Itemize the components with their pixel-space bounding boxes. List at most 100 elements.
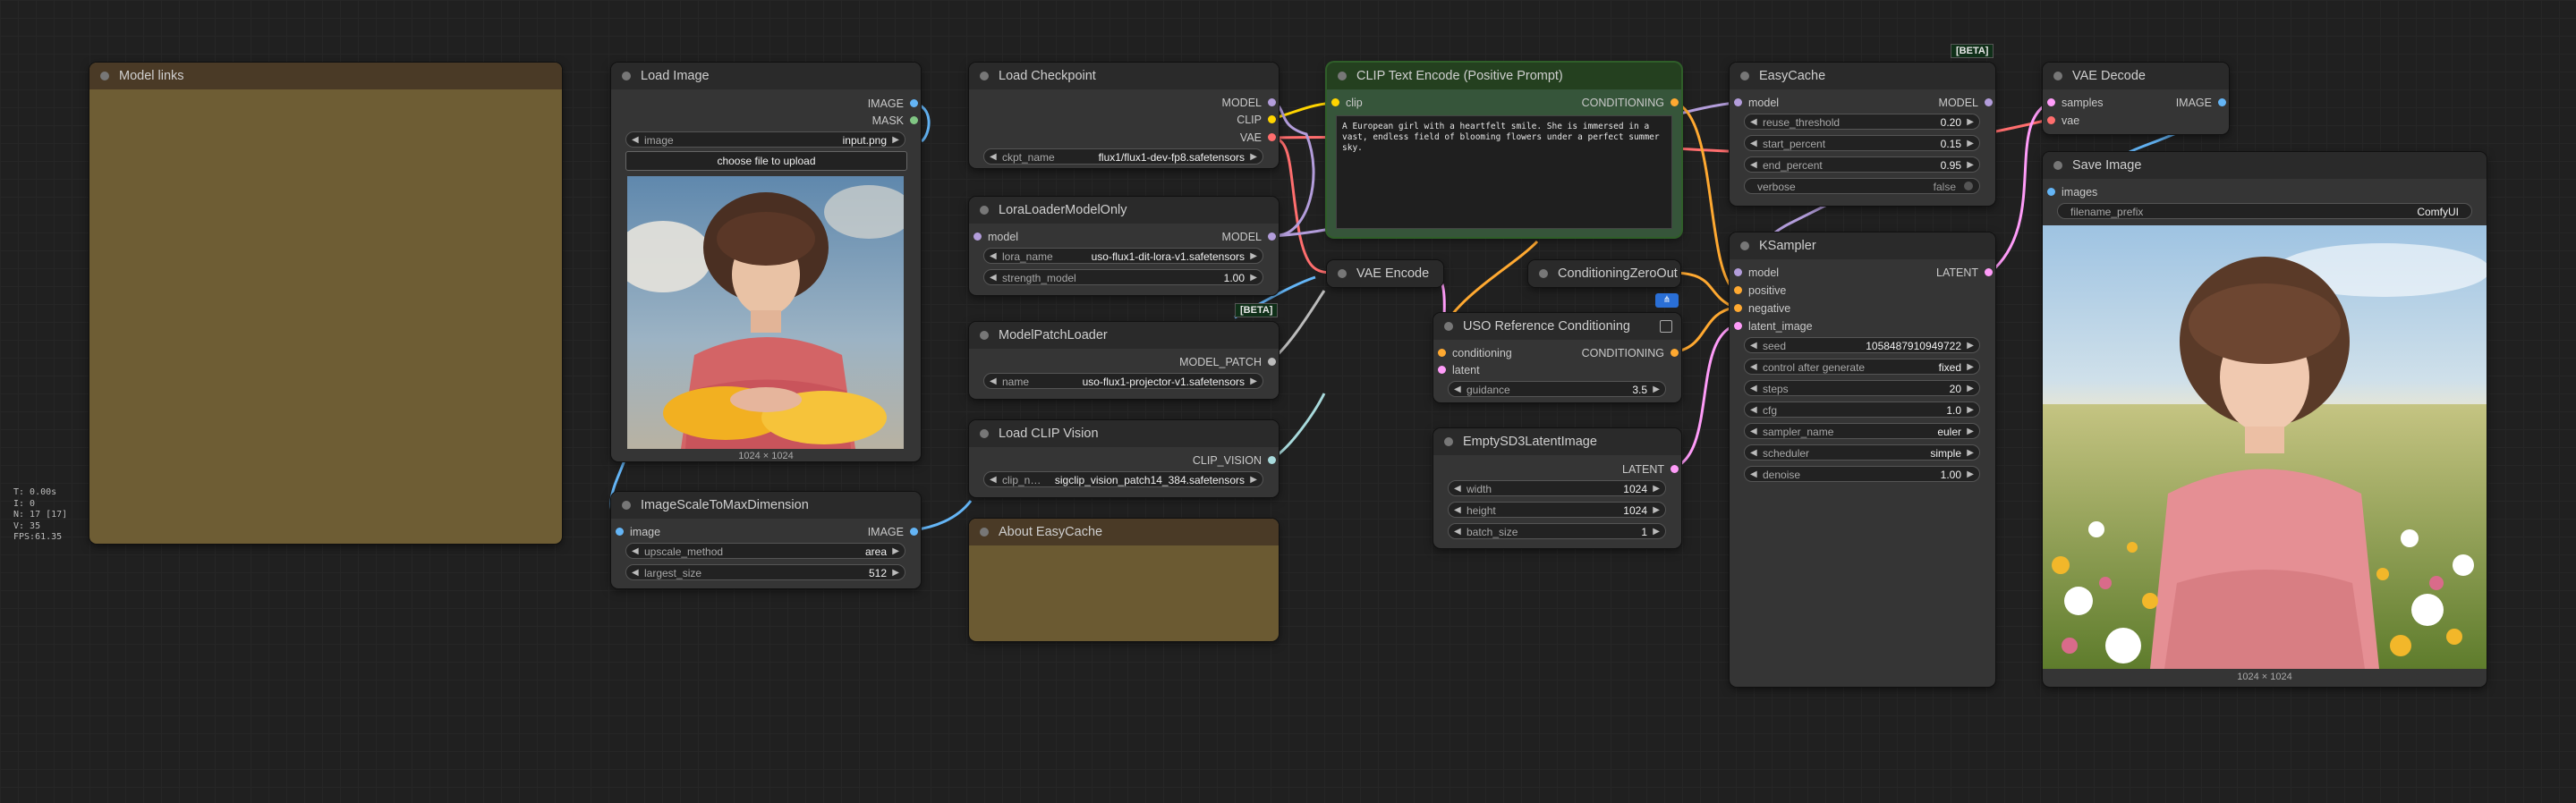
conditioning-pin-icon[interactable] bbox=[1438, 349, 1446, 357]
largest-size-number[interactable]: ◀ largest_size 512 ▶ bbox=[625, 564, 905, 580]
end-percent-number[interactable]: ◀ end_percent 0.95 ▶ bbox=[1744, 156, 1980, 173]
conditioning-pin-icon[interactable] bbox=[1734, 286, 1742, 294]
lora-loader-node[interactable]: LoraLoaderModelOnly model MODEL ◀ lora_na… bbox=[969, 197, 1279, 295]
collapse-dot-icon[interactable] bbox=[980, 331, 989, 340]
prompt-textarea[interactable]: A European girl with a heartfelt smile. … bbox=[1336, 115, 1672, 229]
arrow-right-icon[interactable]: ▶ bbox=[1967, 114, 1974, 131]
arrow-right-icon[interactable]: ▶ bbox=[1250, 270, 1257, 286]
collapse-dot-icon[interactable] bbox=[1444, 437, 1453, 446]
patch-name-select[interactable]: ◀ name uso-flux1-projector-v1.safetensors ▶ bbox=[983, 373, 1263, 389]
arrow-left-icon[interactable]: ◀ bbox=[1454, 382, 1461, 398]
arrow-left-icon[interactable]: ◀ bbox=[1750, 114, 1757, 131]
collapse-dot-icon[interactable] bbox=[980, 72, 989, 80]
arrow-right-icon[interactable]: ▶ bbox=[1653, 524, 1660, 540]
width-number[interactable]: ◀ width 1024 ▶ bbox=[1448, 480, 1666, 496]
latent-pin-icon[interactable] bbox=[2047, 98, 2055, 106]
arrow-right-icon[interactable]: ▶ bbox=[1967, 445, 1974, 461]
arrow-left-icon[interactable]: ◀ bbox=[1750, 136, 1757, 152]
output-clip[interactable]: CLIP bbox=[1237, 113, 1276, 127]
cfg-number[interactable]: ◀ cfg 1.0 ▶ bbox=[1744, 402, 1980, 418]
arrow-right-icon[interactable]: ▶ bbox=[1967, 338, 1974, 354]
node-badge-icon[interactable]: ⋔ bbox=[1655, 293, 1679, 308]
arrow-left-icon[interactable]: ◀ bbox=[1750, 402, 1757, 418]
output-conditioning[interactable]: CONDITIONING bbox=[1582, 346, 1679, 360]
image-select[interactable]: ◀ image input.png ▶ bbox=[625, 131, 905, 148]
image-scale-node[interactable]: ImageScaleToMaxDimension image IMAGE ◀ up… bbox=[611, 492, 921, 588]
arrow-right-icon[interactable]: ▶ bbox=[1250, 249, 1257, 265]
node-title-bar[interactable]: CLIP Text Encode (Positive Prompt) bbox=[1327, 63, 1681, 89]
model-patch-pin-icon[interactable] bbox=[1268, 358, 1276, 366]
upload-button[interactable]: choose file to upload bbox=[625, 151, 907, 171]
conditioning-pin-icon[interactable] bbox=[1671, 349, 1679, 357]
input-negative[interactable]: negative bbox=[1734, 301, 1790, 316]
output-conditioning[interactable]: CONDITIONING bbox=[1582, 96, 1679, 110]
output-model[interactable]: MODEL bbox=[1222, 230, 1276, 244]
image-pin-icon[interactable] bbox=[910, 99, 918, 107]
arrow-left-icon[interactable]: ◀ bbox=[990, 249, 997, 265]
collapse-dot-icon[interactable] bbox=[1338, 269, 1347, 278]
node-title-bar[interactable]: ConditioningZeroOut bbox=[1528, 260, 1680, 287]
toggle-knob-icon[interactable] bbox=[1964, 182, 1973, 190]
arrow-right-icon[interactable]: ▶ bbox=[1967, 136, 1974, 152]
clip-vision-select[interactable]: ◀ clip_n… sigclip_vision_patch14_384.safet… bbox=[983, 471, 1263, 487]
arrow-right-icon[interactable]: ▶ bbox=[1653, 503, 1660, 519]
arrow-right-icon[interactable]: ▶ bbox=[1250, 472, 1257, 488]
arrow-left-icon[interactable]: ◀ bbox=[632, 544, 639, 560]
node-title-bar[interactable]: ImageScaleToMaxDimension bbox=[611, 492, 921, 519]
load-image-node[interactable]: Load Image IMAGE MASK ◀ image input.png ▶ c… bbox=[611, 63, 921, 461]
image-pin-icon[interactable] bbox=[2218, 98, 2226, 106]
arrow-left-icon[interactable]: ◀ bbox=[990, 149, 997, 165]
input-model[interactable]: model bbox=[1734, 266, 1779, 280]
collapse-dot-icon[interactable] bbox=[1539, 269, 1548, 278]
vae-decode-node[interactable]: VAE Decode samples IMAGE vae bbox=[2043, 63, 2229, 134]
reuse-threshold-number[interactable]: ◀ reuse_threshold 0.20 ▶ bbox=[1744, 114, 1980, 130]
collapse-dot-icon[interactable] bbox=[980, 528, 989, 537]
input-samples[interactable]: samples bbox=[2047, 96, 2104, 110]
collapse-dot-icon[interactable] bbox=[980, 206, 989, 215]
node-title-bar[interactable]: KSampler bbox=[1730, 232, 1995, 259]
latent-pin-icon[interactable] bbox=[1734, 322, 1742, 330]
arrow-right-icon[interactable]: ▶ bbox=[1967, 359, 1974, 376]
arrow-right-icon[interactable]: ▶ bbox=[1250, 149, 1257, 165]
arrow-right-icon[interactable]: ▶ bbox=[1967, 467, 1974, 483]
scheduler-select[interactable]: ◀ scheduler simple ▶ bbox=[1744, 444, 1980, 461]
arrow-right-icon[interactable]: ▶ bbox=[1967, 424, 1974, 440]
input-clip[interactable]: clip bbox=[1331, 96, 1363, 110]
arrow-left-icon[interactable]: ◀ bbox=[1750, 359, 1757, 376]
strength-model-number[interactable]: ◀ strength_model 1.00 ▶ bbox=[983, 269, 1263, 285]
collapse-dot-icon[interactable] bbox=[980, 429, 989, 438]
upscale-method-select[interactable]: ◀ upscale_method area ▶ bbox=[625, 543, 905, 559]
arrow-right-icon[interactable]: ▶ bbox=[1250, 374, 1257, 390]
node-title-bar[interactable]: Save Image bbox=[2043, 152, 2487, 179]
empty-latent-node[interactable]: EmptySD3LatentImage LATENT ◀ width 1024 ▶ ◀… bbox=[1433, 428, 1681, 548]
output-mask[interactable]: MASK bbox=[872, 114, 918, 128]
arrow-left-icon[interactable]: ◀ bbox=[1750, 424, 1757, 440]
latent-pin-icon[interactable] bbox=[1438, 366, 1446, 374]
control-after-generate-select[interactable]: ◀ control after generate fixed ▶ bbox=[1744, 359, 1980, 375]
arrow-right-icon[interactable]: ▶ bbox=[1653, 382, 1660, 398]
input-image[interactable]: image bbox=[616, 525, 660, 539]
model-patch-loader-node[interactable]: ModelPatchLoader MODEL_PATCH ◀ name uso-fl… bbox=[969, 322, 1279, 399]
arrow-left-icon[interactable]: ◀ bbox=[990, 374, 997, 390]
model-pin-icon[interactable] bbox=[1985, 98, 1993, 106]
arrow-left-icon[interactable]: ◀ bbox=[1750, 381, 1757, 397]
model-pin-icon[interactable] bbox=[1268, 232, 1276, 241]
node-title-bar[interactable]: ModelPatchLoader bbox=[969, 322, 1279, 349]
easycache-node[interactable]: EasyCache model MODEL ◀ reuse_threshold 0.… bbox=[1730, 63, 1995, 206]
input-latent[interactable]: latent bbox=[1438, 363, 1480, 377]
output-vae[interactable]: VAE bbox=[1240, 131, 1276, 145]
vae-pin-icon[interactable] bbox=[1268, 133, 1276, 141]
node-title-bar[interactable]: About EasyCache bbox=[969, 519, 1279, 545]
node-title-bar[interactable]: EmptySD3LatentImage bbox=[1433, 428, 1681, 455]
collapse-dot-icon[interactable] bbox=[1444, 322, 1453, 331]
latent-pin-icon[interactable] bbox=[1985, 268, 1993, 276]
model-pin-icon[interactable] bbox=[1734, 98, 1742, 106]
arrow-right-icon[interactable]: ▶ bbox=[1967, 381, 1974, 397]
vae-encode-node[interactable]: VAE Encode bbox=[1327, 260, 1443, 287]
arrow-left-icon[interactable]: ◀ bbox=[990, 472, 997, 488]
arrow-left-icon[interactable]: ◀ bbox=[990, 270, 997, 286]
output-clip-vision[interactable]: CLIP_VISION bbox=[1193, 453, 1276, 468]
arrow-left-icon[interactable]: ◀ bbox=[632, 132, 639, 148]
arrow-left-icon[interactable]: ◀ bbox=[1750, 445, 1757, 461]
output-latent[interactable]: LATENT bbox=[1622, 462, 1679, 477]
